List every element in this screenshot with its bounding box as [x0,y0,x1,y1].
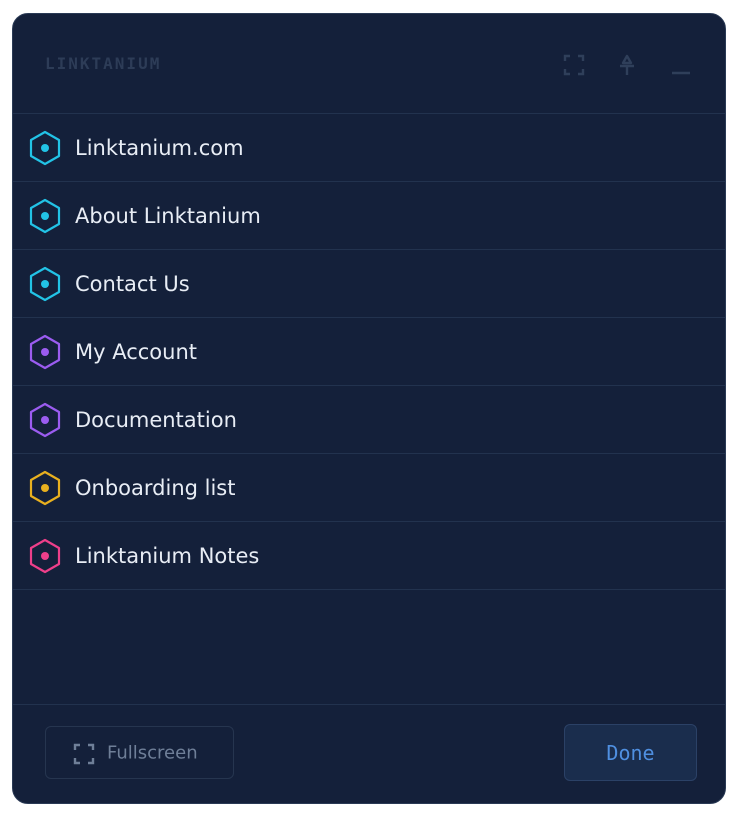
link-item[interactable]: My Account [13,318,725,386]
hexagon-icon [29,538,61,573]
link-label: Documentation [75,407,237,432]
link-item[interactable]: Documentation [13,386,725,454]
link-list: Linktanium.com About Linktanium Contact Us… [13,114,725,590]
link-item[interactable]: About Linktanium [13,182,725,250]
expand-button[interactable] [561,52,587,78]
fullscreen-label: Fullscreen [107,742,198,763]
link-item[interactable]: Onboarding list [13,454,725,522]
hexagon-icon [29,130,61,165]
link-label: Linktanium Notes [75,543,260,568]
panel-footer: Fullscreen Done [13,704,725,803]
hexagon-icon [29,334,61,369]
app-title: LINKTANIUM [45,54,162,73]
link-label: Onboarding list [75,475,236,500]
fullscreen-button[interactable]: Fullscreen [45,726,234,779]
hexagon-icon [29,402,61,437]
link-label: Contact Us [75,271,190,296]
link-item[interactable]: Linktanium.com [13,114,725,182]
minimize-button[interactable] [668,52,694,78]
minimize-icon [672,71,690,75]
link-label: My Account [75,339,198,364]
link-label: Linktanium.com [75,135,244,160]
panel-header: LINKTANIUM [13,14,725,114]
hexagon-icon [29,198,61,233]
linktanium-panel: LINKTANIUM Linktanium.com About Linktaniu… [12,13,726,804]
hexagon-icon [29,470,61,505]
link-item[interactable]: Contact Us [13,250,725,318]
link-item[interactable]: Linktanium Notes [13,522,725,590]
link-label: About Linktanium [75,203,261,228]
pin-icon [620,54,634,75]
expand-icon [563,54,585,76]
pin-button[interactable] [614,52,640,78]
done-label: Done [606,740,655,765]
fullscreen-icon [73,743,95,765]
done-button[interactable]: Done [564,724,697,781]
hexagon-icon [29,266,61,301]
